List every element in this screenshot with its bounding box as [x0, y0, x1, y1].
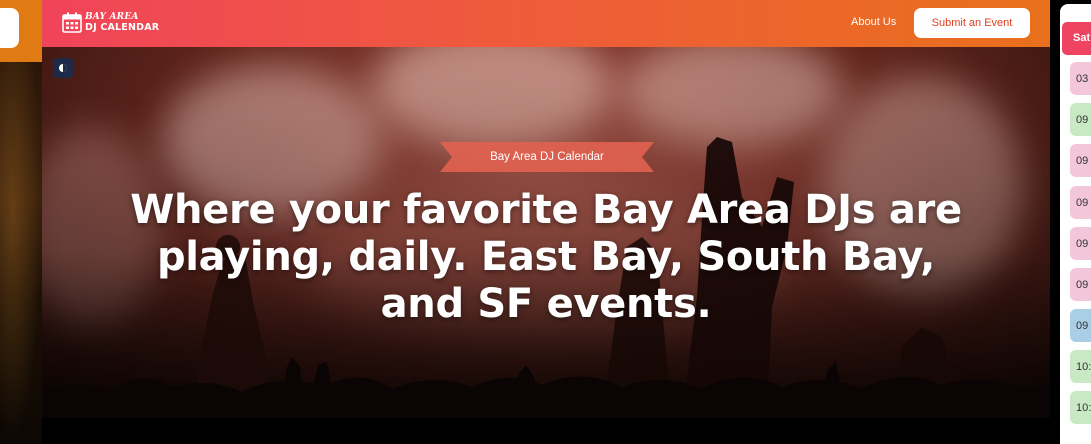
submit-event-button[interactable]: Submit an Event	[914, 8, 1030, 38]
calendar-event-item[interactable]: 09	[1070, 268, 1091, 301]
calendar-icon	[62, 12, 82, 33]
theme-toggle-icon	[59, 64, 67, 72]
logo-bottom-text: DJ CALENDAR	[85, 21, 160, 33]
hero-ribbon-label: Bay Area DJ Calendar	[490, 151, 604, 163]
hero-ribbon: Bay Area DJ Calendar	[440, 142, 654, 172]
hero-headline: Where your favorite Bay Area DJs are pla…	[130, 187, 962, 327]
calendar-day-header[interactable]: Sat	[1062, 22, 1091, 55]
calendar-event-item[interactable]: 10:	[1070, 350, 1091, 383]
screenshot-stage: BAY AREA DJ CALENDAR About Us Submit an …	[0, 0, 1091, 444]
calendar-event-item[interactable]: 09	[1070, 144, 1091, 177]
calendar-event-item[interactable]: 10:	[1070, 391, 1091, 424]
window-bottom-strip	[42, 418, 1050, 444]
theme-toggle-button[interactable]	[53, 58, 73, 78]
about-us-link[interactable]: About Us	[851, 16, 896, 28]
hero-section: Bay Area DJ Calendar Where your favorite…	[42, 47, 1050, 418]
calendar-event-item[interactable]: 03	[1070, 62, 1091, 95]
calendar-event-item[interactable]: 09	[1070, 103, 1091, 136]
background-window-left	[0, 0, 42, 444]
main-window: BAY AREA DJ CALENDAR About Us Submit an …	[42, 0, 1050, 418]
calendar-event-item[interactable]: 09	[1070, 227, 1091, 260]
background-window-glow	[0, 62, 42, 442]
navbar: BAY AREA DJ CALENDAR About Us Submit an …	[42, 0, 1050, 47]
site-logo[interactable]: BAY AREA DJ CALENDAR	[62, 12, 159, 33]
logo-wordmark: BAY AREA DJ CALENDAR	[85, 11, 160, 33]
calendar-event-item[interactable]: 09	[1070, 186, 1091, 219]
calendar-event-item[interactable]: 09	[1070, 309, 1091, 342]
background-window-button[interactable]	[0, 8, 19, 48]
logo-top-text: BAY AREA	[85, 11, 139, 22]
calendar-panel: Sat 03 09 09 09 09 09 09 10: 10:	[1050, 0, 1091, 444]
